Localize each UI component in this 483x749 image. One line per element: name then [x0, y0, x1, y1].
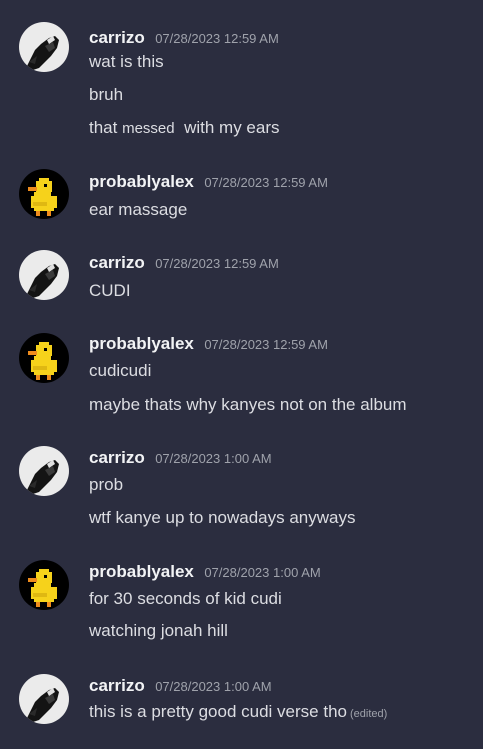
message-header: carrizo 07/28/2023 1:00 AM	[89, 676, 272, 698]
pixel-duck-avatar-icon	[19, 560, 69, 610]
message-header: carrizo 07/28/2023 12:59 AM	[89, 253, 279, 275]
avatar[interactable]	[19, 250, 69, 300]
timestamp[interactable]: 07/28/2023 12:59 AM	[204, 175, 328, 190]
username[interactable]: probablyalex	[89, 172, 194, 191]
username[interactable]: carrizo	[89, 676, 145, 695]
message-text: maybe thats why kanyes not on the album	[89, 395, 407, 414]
edited-label: (edited)	[349, 708, 388, 720]
avatar[interactable]	[19, 169, 69, 219]
message-text: this is a pretty good cudi verse tho (edi…	[89, 702, 388, 721]
avatar[interactable]	[19, 674, 69, 724]
message-header: carrizo 07/28/2023 12:59 AM	[89, 28, 279, 50]
username[interactable]: carrizo	[89, 253, 145, 272]
timestamp[interactable]: 07/28/2023 1:00 AM	[155, 679, 271, 694]
message-text: watching jonah hill	[89, 621, 228, 640]
message-text: wat is this	[89, 52, 164, 71]
message-header: carrizo 07/28/2023 1:00 AM	[89, 448, 272, 470]
pixel-duck-avatar-icon	[19, 169, 69, 219]
timestamp[interactable]: 07/28/2023 12:59 AM	[155, 256, 279, 271]
timestamp[interactable]: 07/28/2023 1:00 AM	[204, 565, 320, 580]
pixel-duck-avatar-icon	[19, 333, 69, 383]
username[interactable]: probablyalex	[89, 334, 194, 353]
timestamp[interactable]: 07/28/2023 12:59 AM	[155, 31, 279, 46]
avatar[interactable]	[19, 446, 69, 496]
message-text: cudicudi	[89, 361, 152, 380]
hooded-figure-avatar-icon	[19, 674, 69, 724]
message-text: that messed with my ears	[89, 118, 280, 137]
hooded-figure-avatar-icon	[19, 22, 69, 72]
avatar[interactable]	[19, 333, 69, 383]
message-text: wtf kanye up to nowadays anyways	[89, 508, 356, 527]
username[interactable]: probablyalex	[89, 562, 194, 581]
message-header: probablyalex 07/28/2023 12:59 AM	[89, 334, 328, 356]
timestamp[interactable]: 07/28/2023 12:59 AM	[204, 337, 328, 352]
message-header: probablyalex 07/28/2023 1:00 AM	[89, 562, 321, 584]
hooded-figure-avatar-icon	[19, 250, 69, 300]
username[interactable]: carrizo	[89, 28, 145, 47]
message-text: bruh	[89, 85, 124, 104]
message-text: for 30 seconds of kid cudi	[89, 589, 282, 608]
message-header: probablyalex 07/28/2023 12:59 AM	[89, 172, 328, 194]
message-text: prob	[89, 475, 124, 494]
message-text: ear massage	[89, 200, 188, 219]
message-text: CUDI	[89, 281, 131, 300]
avatar[interactable]	[19, 22, 69, 72]
avatar[interactable]	[19, 560, 69, 610]
timestamp[interactable]: 07/28/2023 1:00 AM	[155, 451, 271, 466]
hooded-figure-avatar-icon	[19, 446, 69, 496]
username[interactable]: carrizo	[89, 448, 145, 467]
